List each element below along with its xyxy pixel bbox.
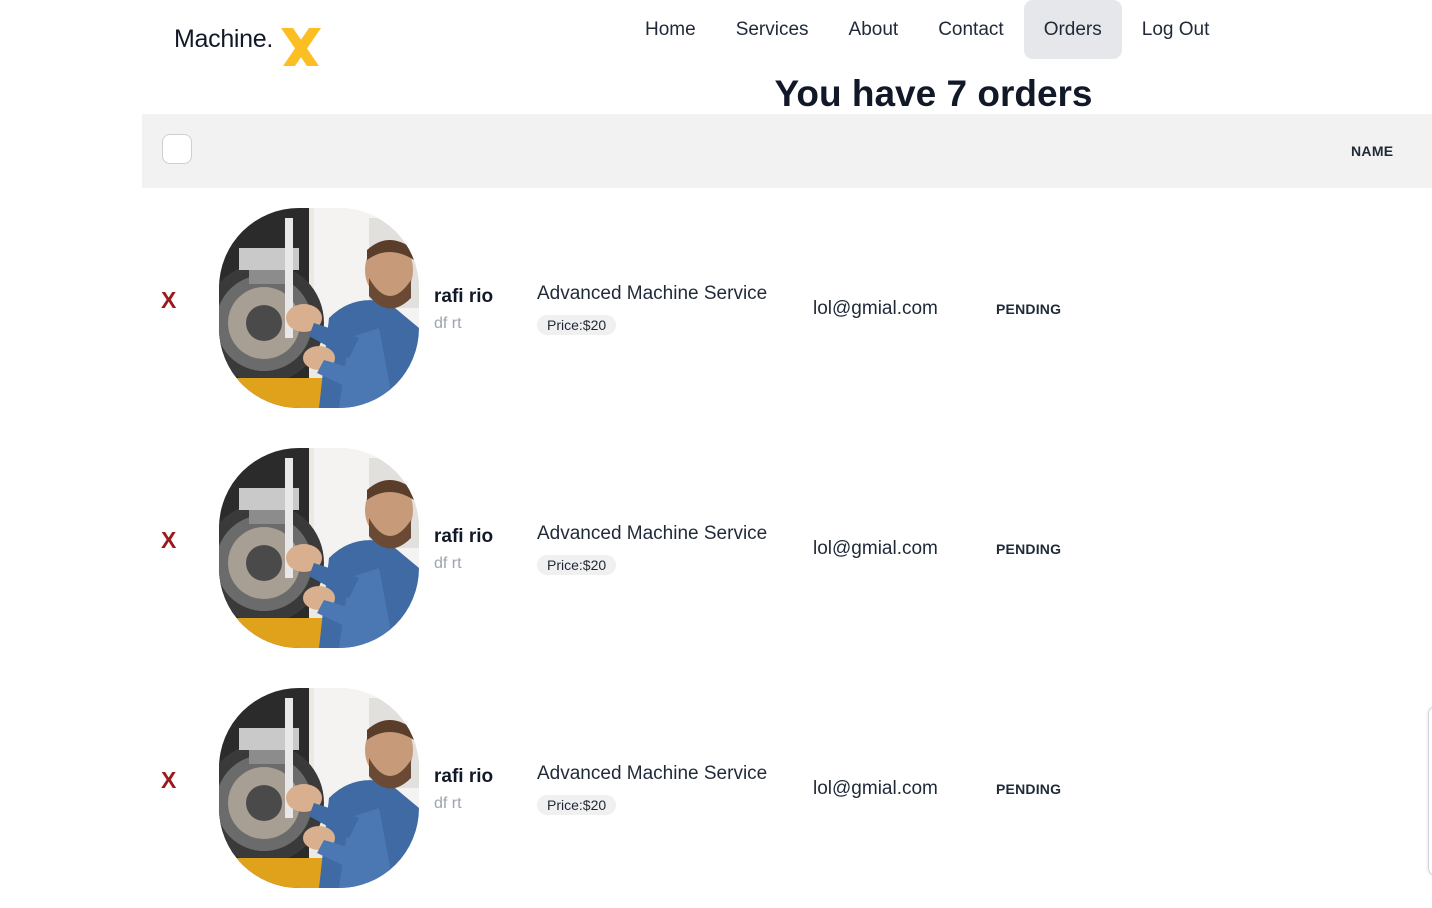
order-row: X rafi rio df rt Advanced Machine Servic… [142,188,1432,428]
delete-order-button[interactable]: X [161,767,176,794]
nav-about[interactable]: About [829,0,919,59]
delete-order-button[interactable]: X [161,287,176,314]
nav-services[interactable]: Services [716,0,829,59]
side-panel-edge [1428,706,1432,876]
service-image [219,448,419,648]
site-header: Machine. Home Services About Contact Ord… [0,0,1432,70]
mechanic-photo-icon [219,448,419,648]
delete-order-button[interactable]: X [161,527,176,554]
order-row: X rafi rio df rt Advanced Machine Servic… [142,668,1432,908]
price-badge: Price:$20 [537,315,617,335]
customer-email: lol@gmial.com [813,538,938,559]
service-image [219,688,419,888]
customer-address: df rt [434,555,462,572]
mechanic-photo-icon [219,688,419,888]
customer-name: rafi rio [434,526,494,547]
status-badge: PENDING [996,301,1062,317]
order-row: X rafi rio df rt Advanced Machine Servic… [142,428,1432,668]
service-name: Advanced Machine Service [537,523,768,544]
customer-address: df rt [434,795,462,812]
select-all-checkbox[interactable] [162,134,192,164]
brand-logo[interactable]: Machine. [174,22,323,72]
nav-orders[interactable]: Orders [1023,0,1122,59]
price-badge: Price:$20 [537,555,617,575]
page-title: You have 7 orders [774,73,1093,114]
customer-address: df rt [434,315,462,332]
service-image [219,208,419,408]
table-header: NAME [142,114,1432,188]
brand-name: Machine. [174,25,274,53]
brand-x-icon [275,24,323,70]
status-badge: PENDING [996,781,1062,797]
column-header-name: NAME [1351,143,1394,159]
nav-logout[interactable]: Log Out [1122,0,1230,59]
customer-name: rafi rio [434,286,494,307]
main-nav: Home Services About Contact Orders Log O… [625,0,1229,59]
service-name: Advanced Machine Service [537,763,768,784]
customer-email: lol@gmial.com [813,298,938,319]
customer-name: rafi rio [434,766,494,787]
mechanic-photo-icon [219,208,419,408]
status-badge: PENDING [996,541,1062,557]
price-badge: Price:$20 [537,795,617,815]
nav-home[interactable]: Home [625,0,716,59]
customer-email: lol@gmial.com [813,778,938,799]
service-name: Advanced Machine Service [537,283,768,304]
nav-contact[interactable]: Contact [918,0,1023,59]
